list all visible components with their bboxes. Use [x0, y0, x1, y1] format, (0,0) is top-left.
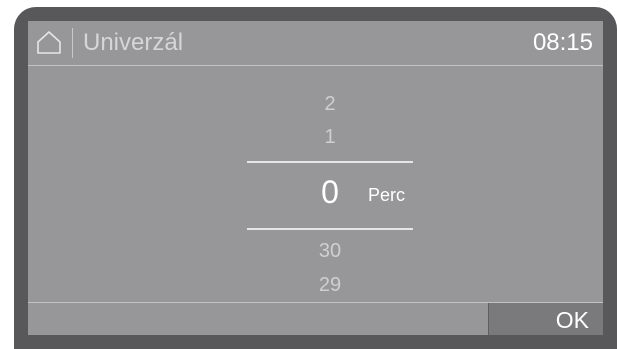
header-bar: Univerzál 08:15: [28, 21, 603, 65]
picker-value-above-1[interactable]: 1: [278, 125, 382, 149]
picker-selected-value[interactable]: 0: [278, 174, 382, 210]
ok-button-label: OK: [555, 307, 589, 333]
program-title: Univerzál: [83, 29, 184, 56]
header-separator: [72, 28, 73, 58]
device-bezel: Univerzál 08:15 2 1 0 Perc 30 29 OK: [14, 7, 617, 349]
home-icon[interactable]: [36, 30, 62, 54]
footer-bar: OK: [28, 302, 603, 335]
picker-value-below-1[interactable]: 30: [278, 239, 382, 263]
display-screen: Univerzál 08:15 2 1 0 Perc 30 29 OK: [28, 21, 603, 335]
picker-unit-label: Perc: [368, 185, 406, 205]
picker-value-below-2[interactable]: 29: [278, 273, 382, 297]
minute-picker[interactable]: 2 1 0 Perc 30 29: [28, 66, 603, 303]
ok-button[interactable]: OK: [488, 303, 603, 335]
picker-selection-top-line: [247, 161, 413, 163]
clock-time: 08:15: [532, 29, 593, 56]
picker-selection-bottom-line: [247, 228, 413, 230]
picker-value-above-2[interactable]: 2: [278, 92, 382, 116]
